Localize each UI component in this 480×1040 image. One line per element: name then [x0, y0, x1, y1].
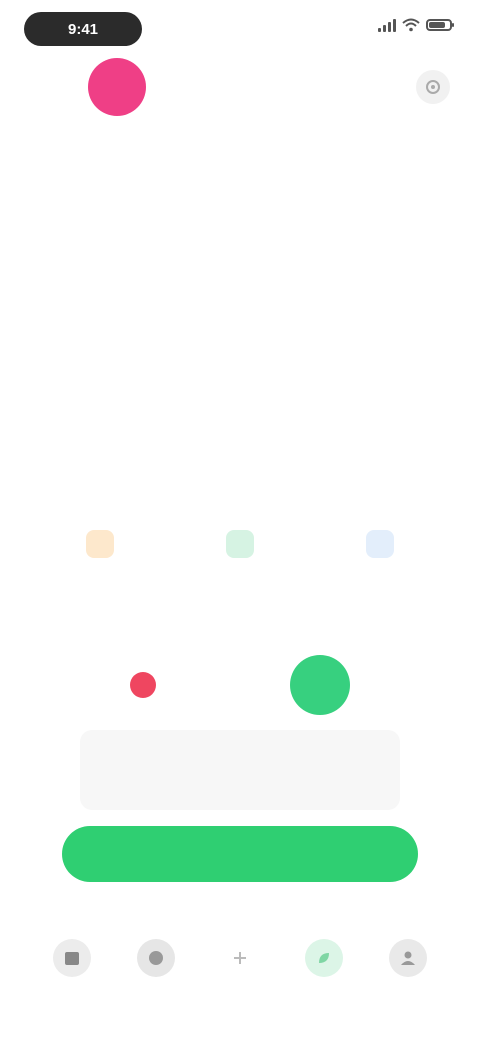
gear-icon [426, 80, 440, 94]
period-dot-icon [130, 672, 156, 698]
log-period-button[interactable] [62, 826, 418, 882]
signal-icon [378, 18, 396, 32]
drop-icon [86, 530, 114, 558]
chart-icon [137, 939, 175, 977]
calendar-day[interactable] [159, 186, 213, 238]
calendar-day[interactable] [213, 238, 267, 290]
calendar-day[interactable] [267, 290, 321, 342]
calendar-day[interactable] [321, 342, 375, 394]
calendar-day[interactable] [213, 342, 267, 394]
header [0, 52, 480, 122]
calendar-day[interactable] [321, 238, 375, 290]
calendar-day[interactable] [321, 290, 375, 342]
calendar-day[interactable] [213, 186, 267, 238]
app-screen: 9:41 [0, 0, 480, 1040]
calendar-day[interactable] [50, 290, 104, 342]
calendar-week [50, 394, 430, 446]
calendar-day[interactable] [104, 238, 158, 290]
nav-item-leaf[interactable] [296, 939, 352, 981]
calendar-week [50, 290, 430, 342]
leaf-icon [305, 939, 343, 977]
calendar-day[interactable] [376, 342, 430, 394]
status-indicators [378, 18, 454, 32]
calendar-day[interactable] [104, 186, 158, 238]
calendar-day[interactable] [50, 238, 104, 290]
calendar-day[interactable] [376, 394, 430, 446]
weekday-label [376, 160, 430, 186]
plus-icon [221, 939, 259, 977]
calendar-week [50, 238, 430, 290]
weekday-row [50, 160, 430, 186]
nav-item-calendar[interactable] [44, 939, 100, 981]
weekday-label [104, 160, 158, 186]
calendar-week [50, 186, 430, 238]
calendar-day[interactable] [267, 186, 321, 238]
status-time: 9:41 [24, 12, 142, 46]
calendar-day[interactable] [376, 290, 430, 342]
wifi-icon [402, 18, 420, 32]
calendar-icon [366, 530, 394, 558]
calendar-day[interactable] [267, 394, 321, 446]
calendar-day[interactable] [213, 290, 267, 342]
info-box [80, 730, 400, 810]
calendar-day[interactable] [159, 290, 213, 342]
nav-item-chart[interactable] [128, 939, 184, 981]
status-bar: 9:41 [0, 0, 480, 56]
stat-item[interactable] [180, 530, 300, 564]
calendar-day[interactable] [50, 342, 104, 394]
calendar-week [50, 342, 430, 394]
calendar-day[interactable] [159, 238, 213, 290]
calendar-day[interactable] [50, 186, 104, 238]
calendar-icon [53, 939, 91, 977]
calendar-day[interactable] [104, 394, 158, 446]
leaf-icon [226, 530, 254, 558]
bottom-nav [44, 924, 436, 996]
nav-item-add[interactable] [212, 939, 268, 981]
battery-icon [426, 19, 454, 31]
weekday-label [213, 160, 267, 186]
calendar-day[interactable] [159, 342, 213, 394]
stat-item[interactable] [320, 530, 440, 564]
calendar-day[interactable] [321, 394, 375, 446]
calendar-day[interactable] [376, 238, 430, 290]
calendar-day[interactable] [267, 238, 321, 290]
calendar-day[interactable] [104, 290, 158, 342]
weekday-label [50, 160, 104, 186]
calendar-day[interactable] [376, 186, 430, 238]
calendar-day[interactable] [267, 342, 321, 394]
calendar-day[interactable] [213, 394, 267, 446]
calendar-day[interactable] [50, 394, 104, 446]
stat-item[interactable] [40, 530, 160, 564]
calendar-day[interactable] [321, 186, 375, 238]
avatar[interactable] [88, 58, 146, 116]
weekday-label [267, 160, 321, 186]
calendar-day[interactable] [104, 342, 158, 394]
settings-button[interactable] [416, 70, 450, 104]
calendar-day[interactable] [159, 394, 213, 446]
stats-row [40, 530, 440, 564]
weekday-label [159, 160, 213, 186]
nav-item-profile[interactable] [380, 939, 436, 981]
cycle-indicator [0, 650, 480, 720]
weekday-label [321, 160, 375, 186]
calendar-grid [50, 160, 430, 446]
today-circle[interactable] [290, 655, 350, 715]
profile-icon [389, 939, 427, 977]
